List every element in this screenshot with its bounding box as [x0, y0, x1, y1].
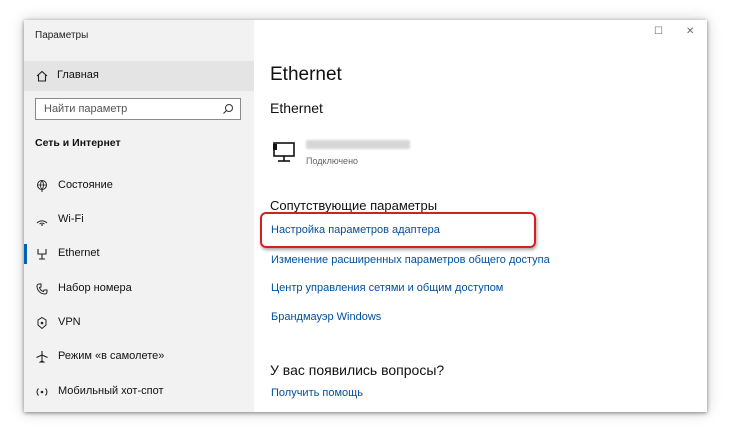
page-title: Ethernet	[270, 64, 342, 85]
sidebar-item-mobile-hotspot[interactable]: Мобильный хот-спот	[24, 378, 254, 406]
sidebar-item-airplane-mode[interactable]: Режим «в самолете»	[24, 343, 254, 371]
connection-status: Подключено	[306, 156, 359, 166]
app-title: Параметры	[35, 30, 89, 41]
vpn-icon	[37, 316, 47, 330]
network-name-redacted	[306, 140, 410, 149]
section-title: Ethernet	[270, 100, 323, 116]
get-help-link[interactable]: Получить помощь	[271, 387, 363, 399]
search-box[interactable]	[35, 98, 241, 120]
wifi-icon	[36, 220, 48, 226]
globe-status-icon	[37, 180, 47, 192]
sidebar-item-wifi[interactable]: Wi-Fi	[24, 206, 254, 234]
hotspot-icon	[36, 388, 48, 396]
network-computer-icon	[273, 142, 295, 162]
sidebar-item-label: Главная	[57, 69, 99, 81]
adapter-settings-link[interactable]: Настройка параметров адаптера	[271, 224, 440, 236]
main-content: ☐ ✕ Ethernet Ethernet Подключено Сопутст…	[254, 20, 707, 412]
airplane-icon	[36, 351, 48, 363]
sidebar: Параметры Главная Сеть и Интернет Состоя…	[24, 20, 254, 412]
search-icon[interactable]	[222, 103, 234, 115]
sharing-options-link[interactable]: Изменение расширенных параметров общего …	[271, 254, 550, 266]
sidebar-item-vpn[interactable]: VPN	[24, 309, 254, 337]
sidebar-item-label: Wi-Fi	[58, 213, 84, 225]
search-input[interactable]	[36, 99, 224, 119]
sidebar-item-status[interactable]: Состояние	[24, 172, 254, 200]
settings-window: Параметры Главная Сеть и Интернет Состоя…	[24, 20, 707, 412]
firewall-link[interactable]: Брандмауэр Windows	[271, 311, 381, 323]
sidebar-item-ethernet[interactable]: Ethernet	[24, 240, 254, 268]
questions-heading: У вас появились вопросы?	[270, 362, 445, 378]
sidebar-item-label: Мобильный хот-спот	[58, 385, 164, 397]
sidebar-item-home[interactable]: Главная	[24, 61, 254, 91]
sidebar-item-label: Ethernet	[58, 247, 100, 259]
sidebar-item-label: Состояние	[58, 179, 113, 191]
home-icon	[36, 70, 48, 82]
sidebar-item-label: VPN	[58, 316, 81, 328]
ethernet-icon	[37, 249, 47, 260]
close-button[interactable]: ✕	[686, 26, 694, 37]
dialup-phone-icon	[36, 283, 48, 295]
active-indicator	[24, 244, 27, 264]
section-heading: Сеть и Интернет	[35, 137, 121, 149]
sidebar-item-dialup[interactable]: Набор номера	[24, 275, 254, 303]
sidebar-item-label: Набор номера	[58, 282, 132, 294]
network-center-link[interactable]: Центр управления сетями и общим доступом	[271, 282, 503, 294]
related-settings-heading: Сопутствующие параметры	[270, 198, 438, 213]
sidebar-item-label: Режим «в самолете»	[58, 350, 165, 362]
maximize-button[interactable]: ☐	[654, 26, 663, 37]
